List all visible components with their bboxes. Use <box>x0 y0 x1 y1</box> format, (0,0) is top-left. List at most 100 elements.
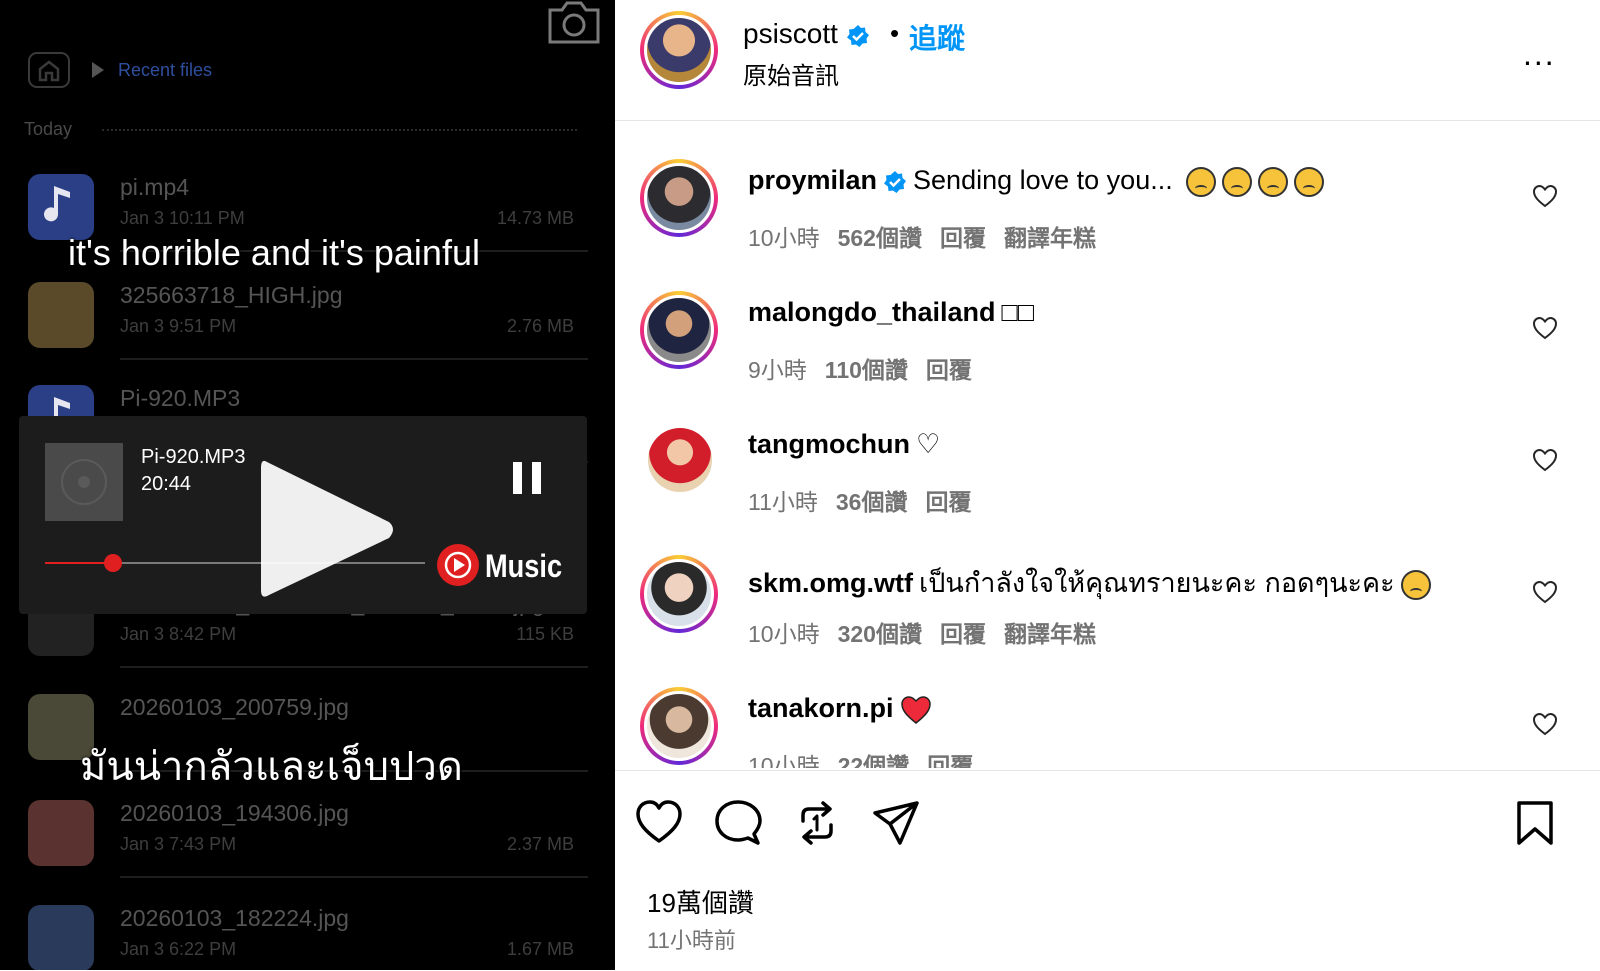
image-thumbnail <box>28 905 94 970</box>
comment-time: 10小時 <box>748 225 820 251</box>
comment-item: skm.omg.wtf เป็นกำลังใจให้คุณทรายนะคะ กอด… <box>615 517 1600 649</box>
file-name: Pi-920.MP3 <box>120 385 241 411</box>
section-divider <box>102 129 577 131</box>
breadcrumb-label: Recent files <box>118 60 213 80</box>
sad-face-emoji-icon <box>1222 166 1253 197</box>
follow-button[interactable]: 追蹤 <box>909 17 965 57</box>
reply-button[interactable]: 回覆 <box>940 621 986 647</box>
comment-meta: 11小時 36個讚 回覆 <box>748 483 989 517</box>
translate-button[interactable]: 翻譯年糕 <box>1004 621 1096 647</box>
bookmark-icon[interactable] <box>1511 799 1559 847</box>
image-thumbnail <box>28 282 94 348</box>
like-comment-heart-icon[interactable] <box>1532 580 1558 604</box>
reply-button[interactable]: 回覆 <box>940 225 986 251</box>
file-name: 20260103_182224.jpg <box>120 905 349 931</box>
image-thumbnail <box>28 800 94 866</box>
comment-likes[interactable]: 562個讚 <box>838 225 922 251</box>
album-art <box>45 443 123 521</box>
likes-count[interactable]: 19萬個讚 <box>647 883 754 920</box>
like-comment-heart-icon[interactable] <box>1532 712 1558 736</box>
like-comment-heart-icon[interactable] <box>1532 184 1558 208</box>
comment-likes[interactable]: 110個讚 <box>825 357 908 383</box>
comment-text-line: malongdo_thailand □□ <box>748 297 1034 328</box>
author-username-text[interactable]: psiscott <box>743 18 838 49</box>
file-date: Jan 3 8:42 PM <box>120 624 237 644</box>
commenter-avatar[interactable] <box>648 428 712 492</box>
reply-button[interactable]: 回覆 <box>925 489 971 515</box>
file-name: 20260103_194306.jpg <box>120 800 349 826</box>
commenter-username[interactable]: tangmochun <box>748 429 910 459</box>
comment-meta: 9小時 110個讚 回覆 <box>748 351 990 385</box>
separator-dot: • <box>890 18 900 48</box>
sad-face-emoji-icon <box>1258 166 1289 197</box>
heart-icon[interactable] <box>635 799 683 847</box>
pause-icon[interactable] <box>511 460 543 496</box>
original-audio-link[interactable]: 原始音訊 <box>743 56 839 91</box>
repost-icon[interactable] <box>793 799 841 847</box>
camera-icon <box>548 1 600 44</box>
comment-icon[interactable] <box>714 799 762 847</box>
file-size: 2.76 MB <box>506 316 574 336</box>
translate-button[interactable]: 翻譯年糕 <box>1004 225 1096 251</box>
file-name: 325663718_HIGH.jpg <box>120 282 343 308</box>
file-row[interactable]: 325663718_HIGH.jpg Jan 3 9:51 PM 2.76 MB <box>28 282 588 386</box>
play-icon[interactable] <box>251 454 399 604</box>
progress-knob[interactable] <box>104 554 123 572</box>
commenter-username[interactable]: tanakorn.pi <box>748 693 894 723</box>
share-icon[interactable] <box>872 799 920 847</box>
reply-button[interactable]: 回覆 <box>926 357 972 383</box>
file-date: Jan 3 10:11 PM <box>120 208 245 228</box>
file-size: 2.37 MB <box>506 834 574 854</box>
more-options-icon[interactable]: ... <box>1523 36 1556 73</box>
post-panel: psiscott • 追蹤 原始音訊 ... proymilan Sending … <box>615 0 1600 970</box>
like-comment-heart-icon[interactable] <box>1532 316 1558 340</box>
comment-text: □□ <box>1001 297 1035 327</box>
commenter-avatar[interactable] <box>640 555 718 633</box>
file-date: Jan 3 7:43 PM <box>120 834 237 854</box>
verified-icon <box>884 170 907 193</box>
track-time: 20:44 <box>141 473 192 495</box>
file-date: Jan 3 9:51 PM <box>120 316 237 336</box>
file-row[interactable]: 20260103_194306.jpg Jan 3 7:43 PM 2.37 MB <box>28 800 588 904</box>
youtube-music-icon <box>437 544 479 586</box>
like-comment-heart-icon[interactable] <box>1532 448 1558 472</box>
file-name: pi.mp4 <box>120 174 190 200</box>
file-row[interactable]: 20260103_182224.jpg Jan 3 6:22 PM 1.67 MB <box>28 905 588 970</box>
commenter-avatar[interactable] <box>640 291 718 369</box>
commenter-avatar[interactable] <box>640 159 718 237</box>
action-bar: 19萬個讚 11小時前 <box>615 770 1600 971</box>
commenter-avatar[interactable] <box>640 687 718 765</box>
comment-time: 10小時 <box>748 621 820 647</box>
home-button <box>28 52 70 88</box>
commenter-username[interactable]: malongdo_thailand <box>748 297 996 327</box>
subtitle-english: it's horrible and it's painful <box>68 232 480 273</box>
comments-list[interactable]: proymilan Sending love to you... 10小時 562個… <box>615 121 1600 768</box>
comment-meta: 10小時 320個讚 回覆 翻譯年糕 <box>748 615 1114 649</box>
author-avatar[interactable] <box>640 11 718 89</box>
video-player[interactable]: Recent files Today pi.mp4 Jan 3 10:11 PM 1… <box>0 0 615 970</box>
comment-text-line: skm.omg.wtf เป็นกำลังใจให้คุณทรายนะคะ กอด… <box>748 561 1431 604</box>
red-heart-emoji-icon <box>900 696 931 724</box>
row-divider <box>120 358 588 360</box>
comment-time: 9小時 <box>748 357 807 383</box>
breadcrumb-arrow-icon <box>92 62 104 78</box>
comment-likes[interactable]: 36個讚 <box>836 489 908 515</box>
home-icon <box>38 60 60 82</box>
row-divider <box>120 876 588 878</box>
commenter-username[interactable]: proymilan <box>748 165 877 195</box>
reply-button[interactable]: 回覆 <box>927 753 973 768</box>
verified-icon <box>846 24 869 47</box>
subtitle-thai: มันน่ากลัวและเจ็บปวด <box>80 744 463 790</box>
sad-face-emoji-icon <box>1400 569 1431 600</box>
comment-time: 10小時 <box>748 753 820 768</box>
row-divider <box>120 666 588 668</box>
commenter-username[interactable]: skm.omg.wtf <box>748 568 913 598</box>
author-username[interactable]: psiscott <box>743 18 870 50</box>
comment-likes[interactable]: 22個讚 <box>838 753 910 768</box>
comment-text: เป็นกำลังใจให้คุณทรายนะคะ กอดๆนะคะ <box>919 568 1395 598</box>
comment-likes[interactable]: 320個讚 <box>838 621 922 647</box>
sad-face-emoji-icon <box>1294 166 1325 197</box>
comment-item: tangmochun ♡ 11小時 36個讚 回覆 <box>615 385 1600 517</box>
comment-item: malongdo_thailand □□ 9小時 110個讚 回覆 <box>615 253 1600 385</box>
disc-icon <box>61 459 107 505</box>
